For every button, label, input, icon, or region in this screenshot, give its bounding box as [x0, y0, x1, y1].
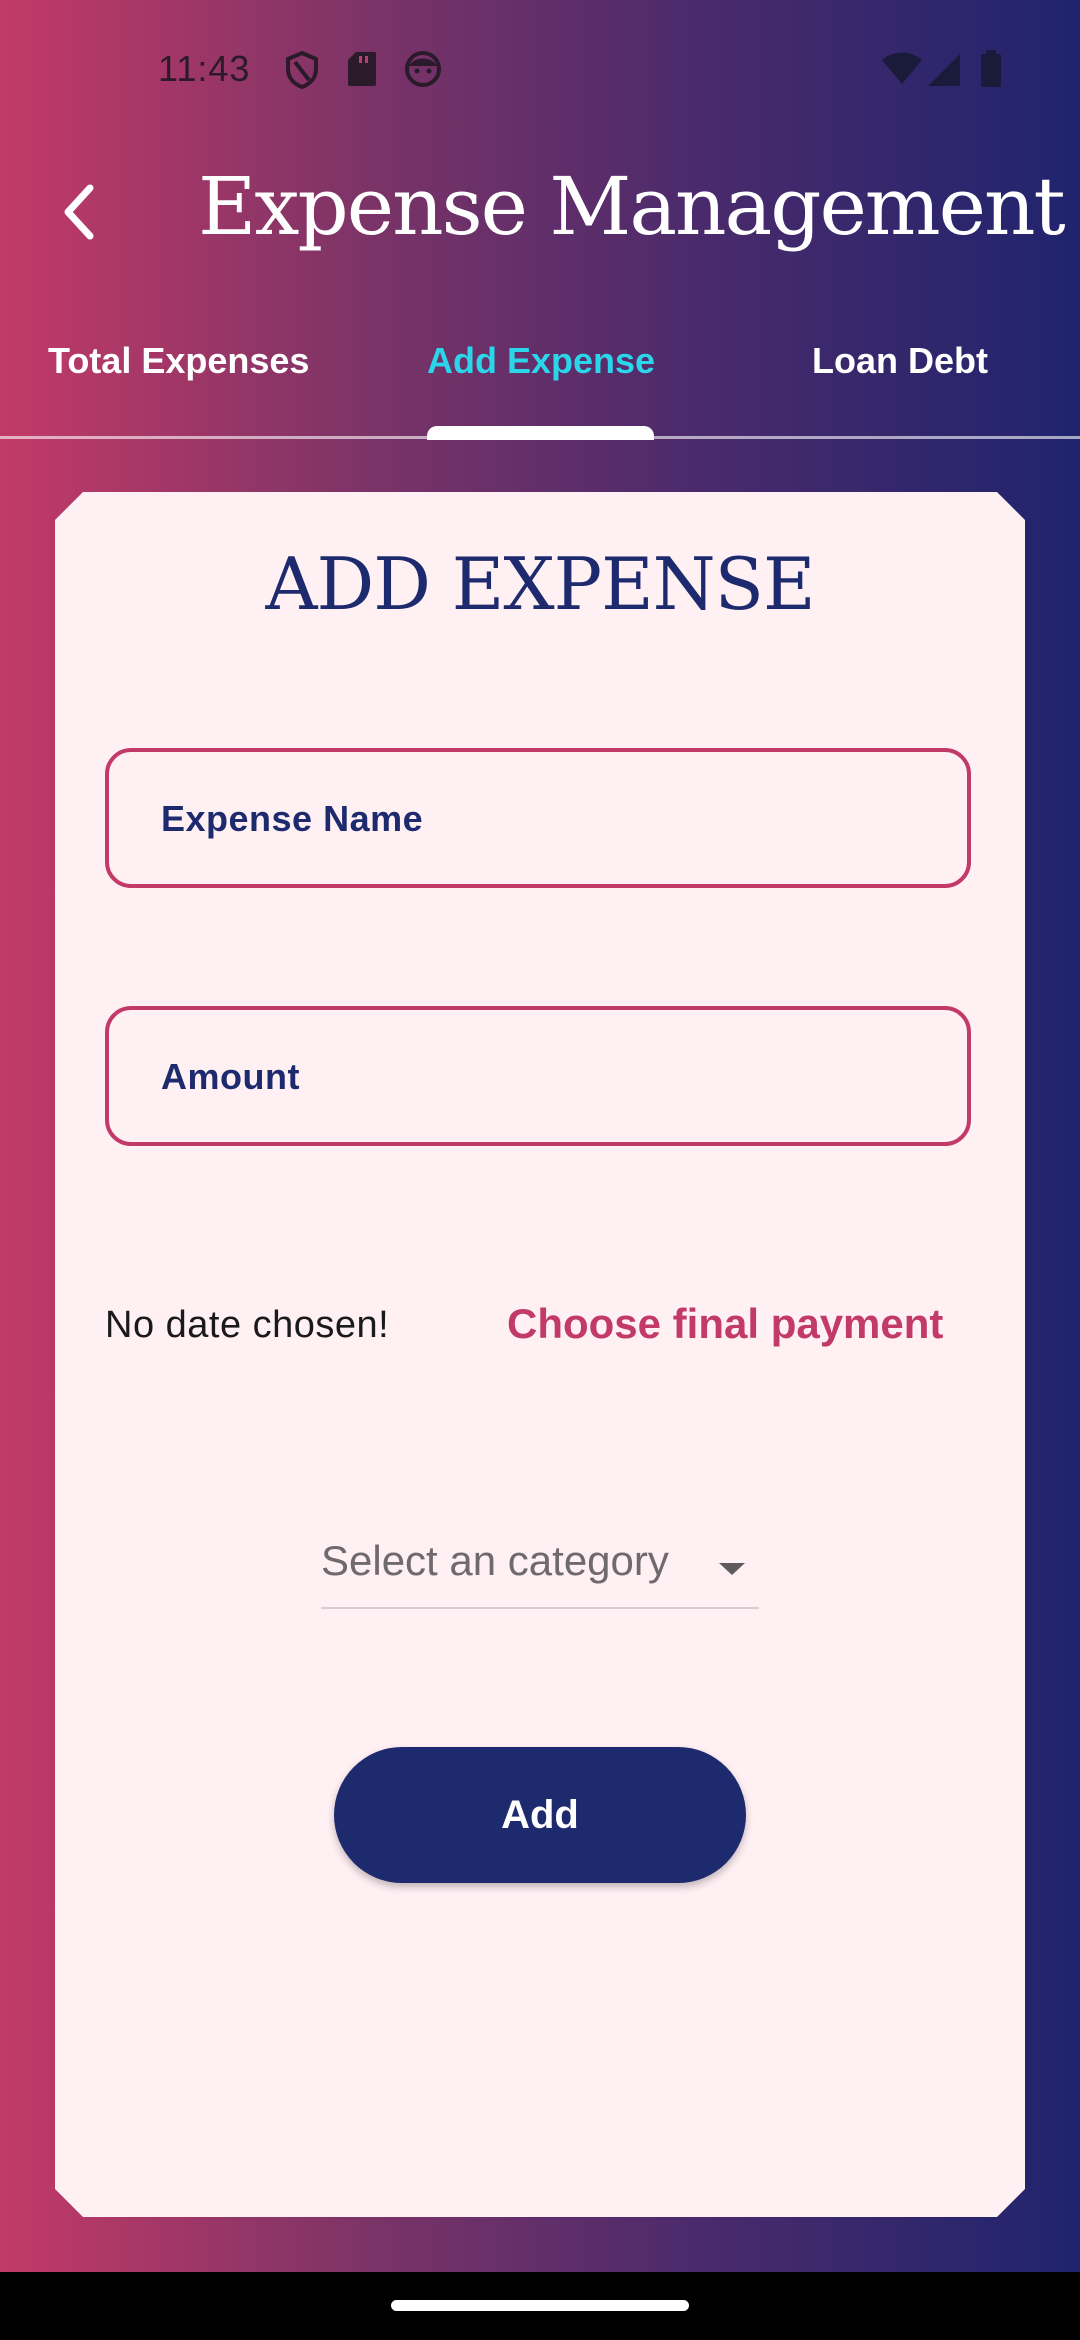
tabs-divider: [0, 436, 1080, 439]
category-dropdown[interactable]: Select an category: [321, 1537, 759, 1609]
app-screen: 11:43 Expense Management Total Expenses …: [0, 0, 1080, 2272]
date-status-text: No date chosen!: [105, 1304, 390, 1346]
face-icon: [404, 50, 442, 93]
wifi-icon: [880, 52, 924, 91]
card-title: ADD EXPENSE: [265, 542, 815, 626]
page-title: Expense Management: [198, 160, 1066, 253]
add-button[interactable]: Add: [334, 1747, 746, 1883]
back-button[interactable]: [40, 172, 120, 252]
expense-name-field[interactable]: Expense Name: [105, 748, 971, 888]
amount-field[interactable]: Amount: [105, 1006, 971, 1146]
tab-add-expense[interactable]: Add Expense: [427, 340, 655, 382]
shield-icon: [284, 50, 320, 95]
status-bar: 11:43: [0, 0, 1080, 140]
add-expense-card: ADD EXPENSE Expense Name Amount No date …: [55, 492, 1025, 2217]
battery-icon: [980, 50, 1002, 93]
dropdown-arrow-icon: [717, 1561, 747, 1582]
tab-loan-debt[interactable]: Loan Debt: [812, 340, 988, 382]
expense-name-label: Expense Name: [161, 798, 424, 839]
signal-icon: [926, 52, 962, 93]
home-indicator[interactable]: [391, 2300, 689, 2311]
chevron-left-icon: [64, 184, 94, 240]
amount-label: Amount: [161, 1056, 300, 1097]
sd-card-icon: [346, 50, 378, 93]
add-button-label: Add: [501, 1792, 579, 1837]
status-time: 11:43: [158, 48, 251, 89]
choose-date-button[interactable]: Choose final payment: [507, 1300, 943, 1348]
tab-total-expenses[interactable]: Total Expenses: [48, 340, 309, 382]
tab-bar: Total Expenses Add Expense Loan Debt: [0, 320, 1080, 440]
category-placeholder: Select an category: [321, 1537, 669, 1584]
